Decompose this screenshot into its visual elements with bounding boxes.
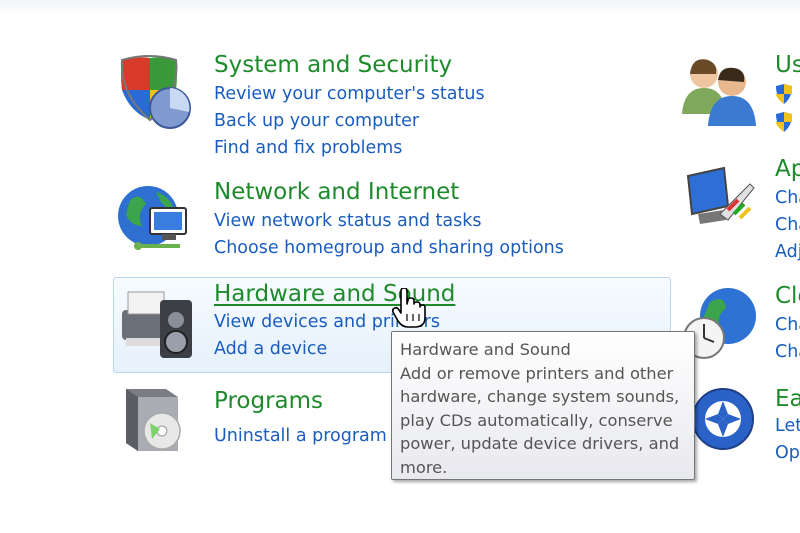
tooltip-line: play CDs automatically, conserve	[400, 410, 673, 430]
users-icon	[682, 59, 756, 126]
link-network-status[interactable]: View network status and tasks	[214, 212, 482, 231]
category-title-ease-of-access[interactable]: Ea	[775, 388, 800, 411]
globe-network-icon	[118, 186, 187, 250]
link-ease-2[interactable]: Op	[775, 444, 800, 463]
link-homegroup[interactable]: Choose homegroup and sharing options	[214, 239, 564, 258]
tooltip-title: Hardware and Sound	[400, 340, 571, 359]
monitor-palette-icon	[686, 166, 755, 224]
uac-shield-icon	[776, 84, 792, 104]
category-title-user-accounts[interactable]: Us	[775, 54, 800, 77]
link-appearance-3[interactable]: Adj	[775, 243, 800, 262]
tooltip-line: hardware, change system sounds,	[400, 387, 680, 406]
category-title-system-security[interactable]: System and Security	[214, 54, 452, 77]
printer-speaker-icon	[122, 291, 192, 358]
tooltip-line: Add or remove printers and other	[400, 363, 674, 383]
link-review-status[interactable]: Review your computer's status	[214, 85, 485, 104]
hand-cursor-icon	[392, 288, 426, 328]
category-title-clock[interactable]: Clo	[775, 285, 800, 308]
ease-of-access-icon	[692, 388, 754, 450]
hardware-sound-tooltip: Hardware and Sound Add or remove printer…	[391, 331, 695, 480]
programs-box-icon	[126, 389, 181, 451]
link-appearance-2[interactable]: Cha	[775, 216, 800, 235]
link-appearance-1[interactable]: Cha	[775, 189, 800, 208]
uac-shield-icon	[776, 112, 792, 132]
link-clock-1[interactable]: Cha	[775, 316, 800, 335]
link-ease-1[interactable]: Let	[775, 417, 800, 436]
link-add-device[interactable]: Add a device	[214, 340, 327, 359]
tooltip-line: power, update device drivers, and	[400, 434, 680, 453]
link-clock-2[interactable]: Cha	[775, 343, 800, 362]
tooltip-line: more.	[400, 457, 448, 477]
header-fade	[0, 0, 800, 14]
category-title-programs[interactable]: Programs	[214, 390, 323, 413]
link-find-fix[interactable]: Find and fix problems	[214, 139, 402, 158]
category-title-network-internet[interactable]: Network and Internet	[214, 181, 459, 204]
category-title-appearance[interactable]: Ap	[775, 158, 800, 181]
link-back-up[interactable]: Back up your computer	[214, 112, 419, 131]
link-uninstall-program[interactable]: Uninstall a program	[214, 427, 387, 446]
shield-pie-icon	[120, 55, 191, 129]
